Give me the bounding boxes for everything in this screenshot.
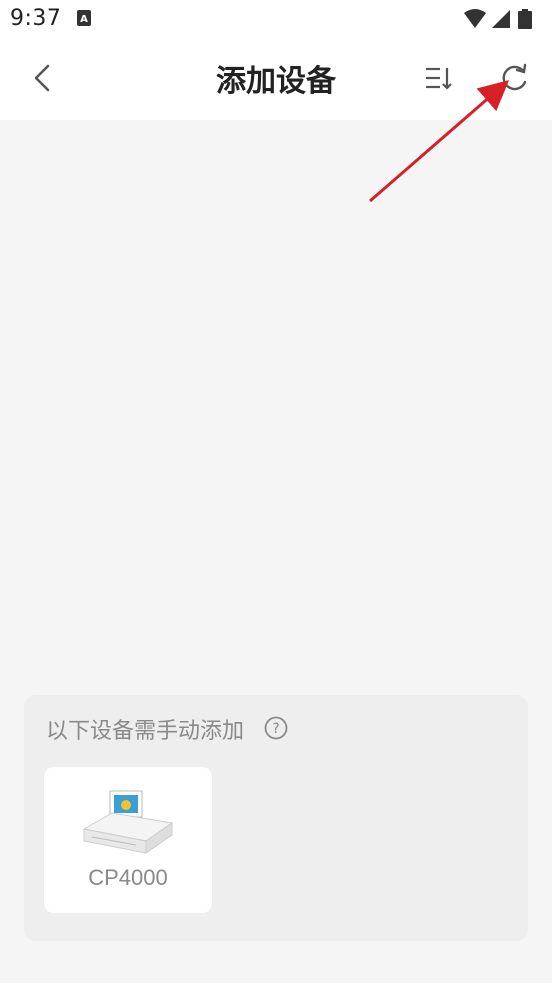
wifi-icon [464, 9, 486, 28]
sort-list-icon [426, 67, 452, 90]
battery-icon [518, 9, 532, 29]
refresh-button[interactable] [495, 58, 533, 98]
svg-text:A: A [80, 14, 88, 25]
printer-icon [76, 783, 180, 863]
refresh-icon [502, 63, 527, 91]
status-bar: 9:37 A [0, 0, 552, 38]
manual-add-panel: 以下设备需手动添加 ? CP4000 [24, 695, 528, 941]
status-time: 9:37 [10, 6, 62, 31]
status-icons [462, 8, 542, 34]
device-name: CP4000 [88, 865, 168, 890]
app-header: 添加设备 [0, 38, 552, 120]
device-card[interactable]: CP4000 [44, 767, 212, 913]
screen: 9:37 A 添加设备 以下设备需手动添加 ? CP4000 [0, 0, 552, 983]
app-a-icon: A [77, 10, 91, 30]
cellular-signal-icon [492, 10, 510, 28]
manual-add-title: 以下设备需手动添加 [46, 719, 245, 744]
page-title: 添加设备 [216, 64, 336, 99]
help-icon[interactable]: ? [264, 716, 288, 744]
sort-button[interactable] [420, 60, 456, 96]
svg-text:?: ? [272, 721, 279, 737]
